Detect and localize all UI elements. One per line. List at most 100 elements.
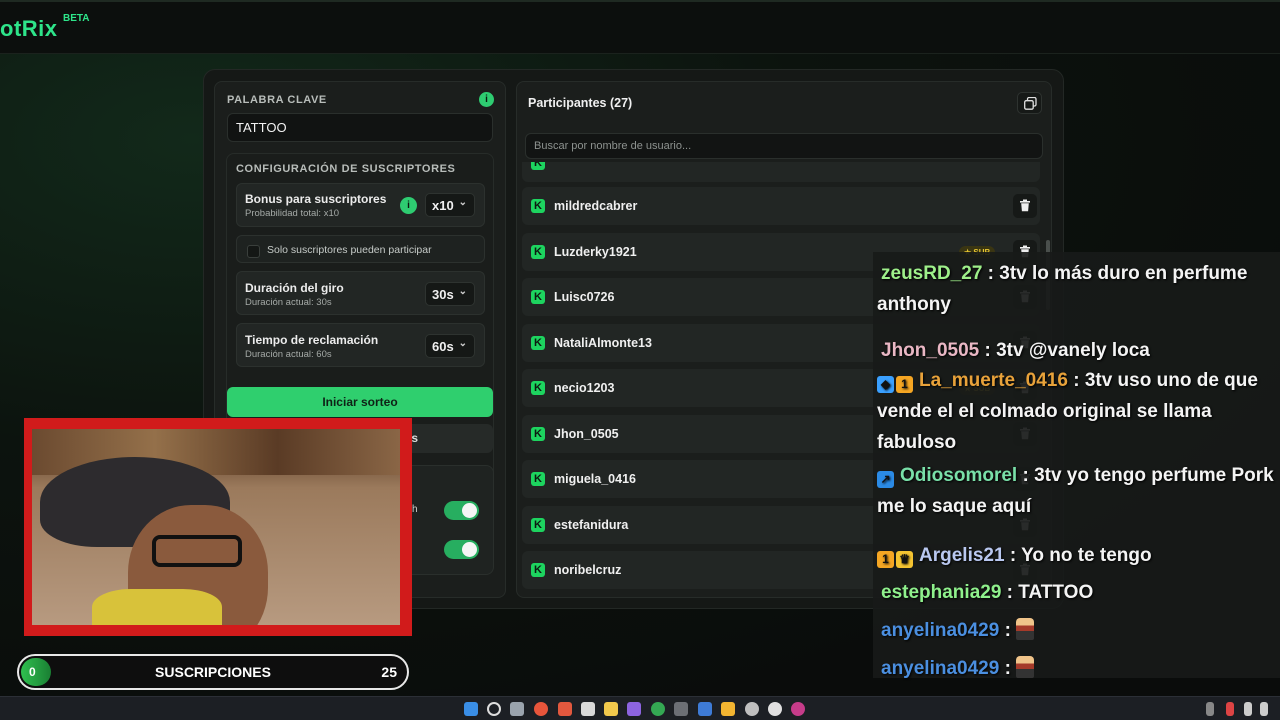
only-subscribers-row[interactable]: Solo suscriptores pueden participar (236, 235, 485, 263)
spin-duration-subtitle: Duración actual: 30s (245, 297, 332, 308)
spin-duration-value: 30s (432, 287, 454, 302)
volume-icon[interactable] (1260, 702, 1268, 716)
microphone-icon[interactable] (1226, 702, 1234, 716)
kick-icon: K (531, 199, 545, 213)
app-icon[interactable] (674, 702, 688, 716)
chat-username[interactable]: Jhon_0505 (881, 340, 979, 361)
chat-text: : TATTOO (1001, 582, 1094, 603)
claim-time-title: Tiempo de reclamación (245, 333, 379, 347)
kick-icon: K (531, 517, 545, 532)
claim-time-select[interactable]: 60s ⌄ (425, 334, 475, 358)
only-subscribers-label: Solo suscriptores pueden participar (267, 244, 432, 256)
emote-icon (1016, 656, 1035, 678)
chat-message: 1 ♛ Argelis21 : Yo no te tengo (877, 540, 1277, 571)
bonus-info-icon[interactable]: i (400, 197, 417, 214)
search-icon[interactable] (487, 702, 501, 716)
copy-button[interactable] (1017, 92, 1042, 114)
app-icon-2[interactable] (721, 702, 735, 716)
participant-name: mildredcabrer (554, 199, 638, 213)
chat-text: : 3tv @vanely loca (979, 340, 1150, 361)
subscription-goal: 25 (381, 664, 397, 680)
list-item: K (522, 162, 1040, 182)
copy-icon (1024, 97, 1037, 110)
chat-username[interactable]: anyelina0429 (881, 658, 999, 679)
kick-icon: K (531, 563, 545, 577)
twitch-icon[interactable] (627, 702, 641, 716)
kick-icon: K (531, 335, 545, 350)
subscription-label: SUSCRIPCIONES (155, 664, 271, 680)
participant-name: necio1203 (554, 381, 615, 395)
bonus-select-value: x10 (432, 198, 454, 213)
delete-participant-button[interactable] (1013, 194, 1037, 218)
browser-icon[interactable] (534, 702, 548, 716)
start-raffle-button[interactable]: Iniciar sorteo (227, 387, 493, 417)
chat-text: : (999, 658, 1017, 679)
subscriber-config-title: CONFIGURACIÓN DE SUSCRIPTORES (236, 163, 456, 175)
participants-title: Participantes (27) (528, 96, 633, 110)
chat-text: : (999, 620, 1017, 641)
streamer-shirt (92, 589, 222, 625)
kick-icon: K (531, 381, 545, 395)
bonus-subtitle: Probabilidad total: x10 (245, 208, 340, 219)
chat-overlay: zeusRD_27 : 3tv lo más duro en perfume a… (873, 252, 1280, 679)
emote-icon (1016, 618, 1035, 640)
crown-badge-icon: ♛ (896, 551, 913, 568)
chat-message: ↗ Odiosomorel : 3tv yo tengo perfume Pork… (877, 460, 1277, 522)
subscriber-bonus-row: Bonus para suscriptores Probabilidad tot… (236, 183, 485, 227)
app-logo[interactable]: otRix (0, 16, 58, 42)
spin-duration-select[interactable]: 30s ⌄ (425, 282, 475, 306)
chat-username[interactable]: Odiosomorel (900, 465, 1017, 486)
security-icon[interactable] (698, 702, 712, 716)
bonus-title: Bonus para suscriptores (245, 192, 387, 206)
participant-name: estefanidura (554, 517, 629, 532)
only-subscribers-checkbox[interactable] (247, 245, 260, 258)
participant-name: noribelcruz (554, 563, 622, 577)
spin-duration-title: Duración del giro (245, 281, 344, 295)
os-taskbar (0, 696, 1280, 720)
one-badge-icon: 1 (896, 376, 913, 393)
beta-label: BETA (63, 13, 90, 24)
network-icon[interactable] (1244, 702, 1252, 716)
chevron-down-icon: ⌄ (458, 286, 467, 297)
chat-message: Jhon_0505 : 3tv @vanely loca (877, 335, 1277, 366)
claim-time-subtitle: Duración actual: 60s (245, 349, 332, 360)
chrome-icon[interactable] (651, 702, 665, 716)
cube-badge-icon: ◆ (877, 376, 894, 393)
webcam-video (32, 429, 400, 625)
chat-username[interactable]: La_muerte_0416 (919, 370, 1068, 391)
participant-search-input[interactable] (525, 133, 1043, 159)
keyword-label: PALABRA CLAVE (227, 94, 327, 106)
prime-badge-icon: ↗ (877, 471, 894, 488)
brave-icon[interactable] (558, 702, 572, 716)
bonus-select[interactable]: x10 ⌄ (425, 193, 475, 217)
folder-icon[interactable] (604, 702, 618, 716)
participant-name: Jhon_0505 (554, 426, 619, 441)
start-menu-icon[interactable] (464, 702, 478, 716)
subscription-goal-bar: 0 SUSCRIPCIONES 25 (17, 654, 409, 690)
participant-name: NataliAlmonte13 (554, 335, 652, 350)
participant-row: Kmildredcabrer (522, 187, 1040, 225)
chat-username[interactable]: anyelina0429 (881, 620, 999, 641)
chat-message: ◆ 1 La_muerte_0416 : 3tv uso uno de que ve… (877, 365, 1277, 458)
top-bar: otRix BETA (0, 0, 1280, 54)
trash-icon (1020, 199, 1030, 212)
chat-username[interactable]: estephania29 (881, 582, 1001, 603)
chat-message: estephania29 : TATTOO (877, 577, 1277, 608)
participant-name: Luisc0726 (554, 290, 615, 304)
settings-icon[interactable] (768, 702, 782, 716)
calendar-icon[interactable] (581, 702, 595, 716)
second-toggle[interactable] (444, 540, 479, 559)
chat-username[interactable]: zeusRD_27 (881, 263, 982, 284)
media-icon[interactable] (791, 702, 805, 716)
kick-icon: K (531, 426, 545, 441)
task-view-icon[interactable] (510, 702, 524, 716)
tray-icon[interactable] (1206, 702, 1214, 716)
keyword-info-icon[interactable]: i (479, 92, 494, 107)
first-toggle[interactable] (444, 501, 479, 520)
keyword-input[interactable] (227, 113, 493, 142)
kick-icon: K (531, 162, 545, 170)
streamer-glasses (152, 535, 242, 567)
obs-icon[interactable] (745, 702, 759, 716)
chat-username[interactable]: Argelis21 (919, 545, 1005, 566)
chevron-down-icon: ⌄ (458, 197, 467, 208)
